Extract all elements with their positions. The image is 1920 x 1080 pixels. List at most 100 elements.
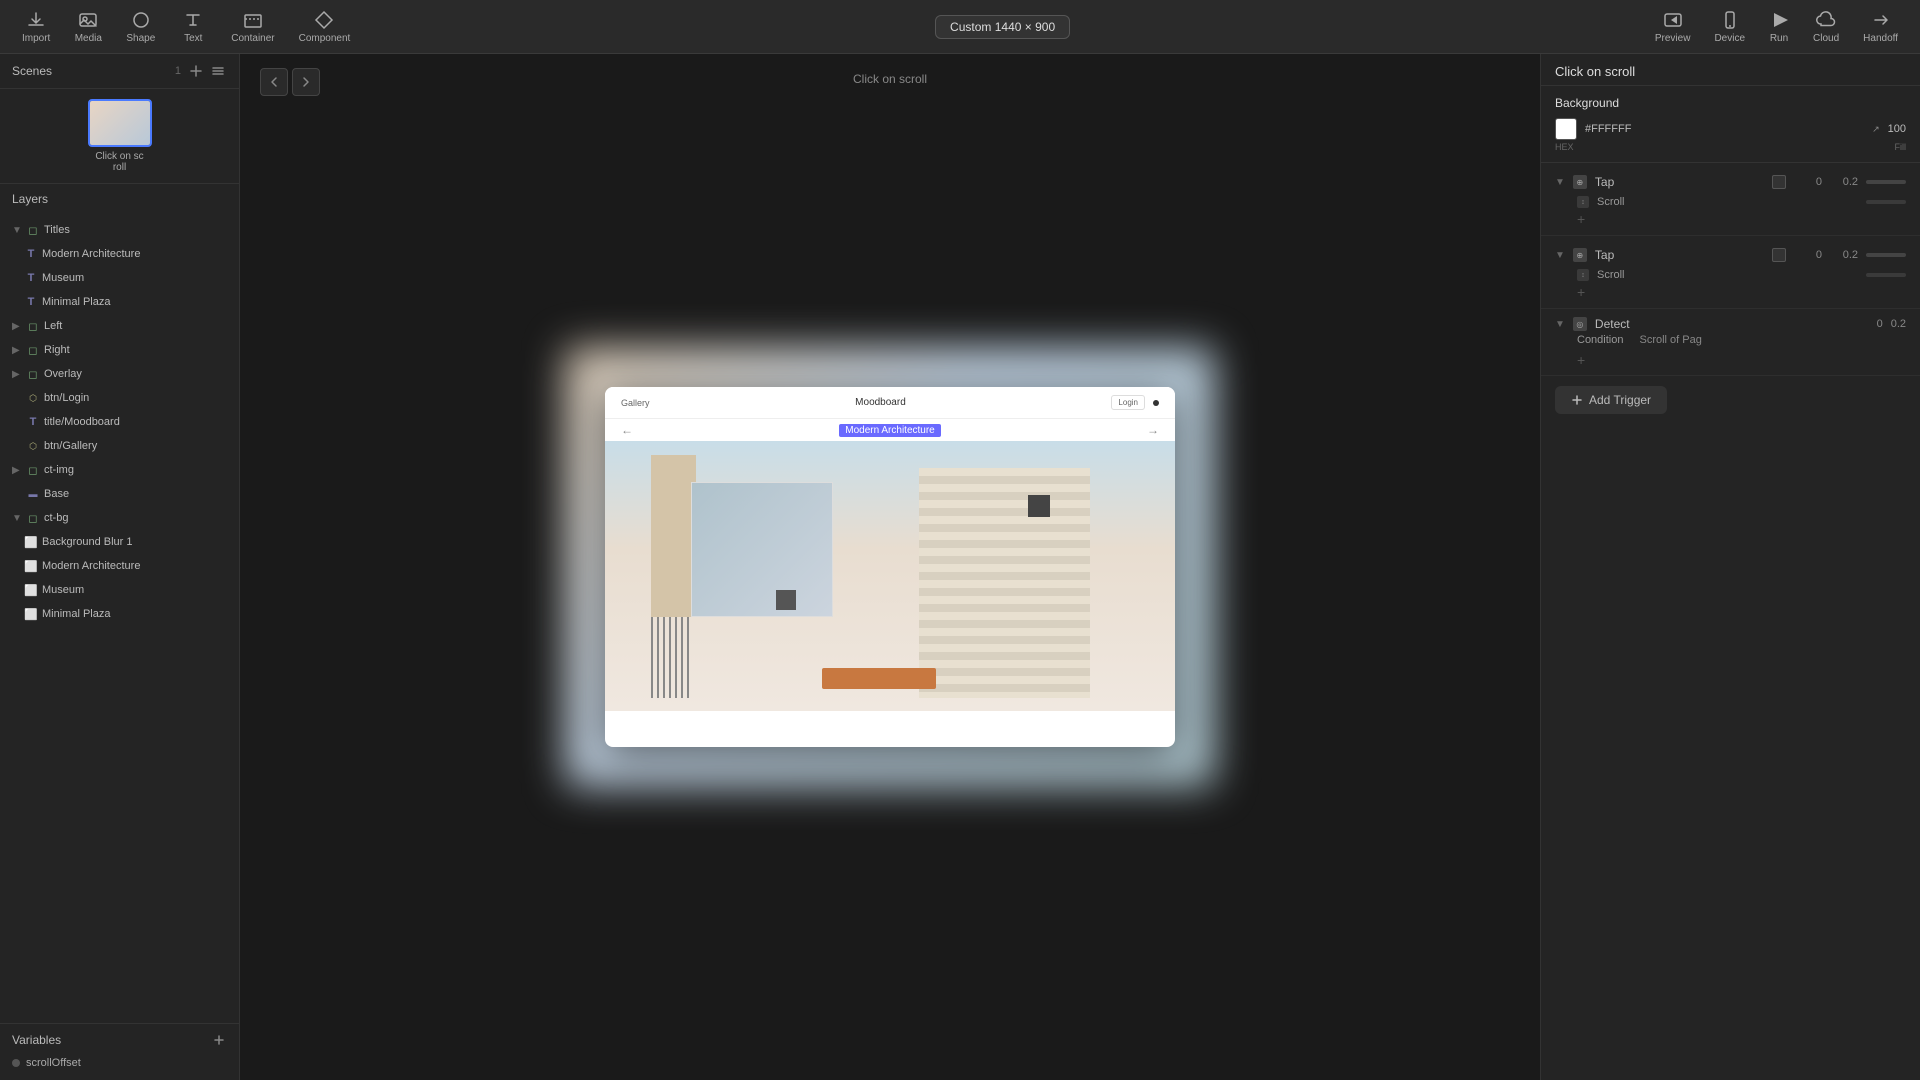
layer-ct-img[interactable]: ▶ ◻ ct-img bbox=[0, 458, 239, 482]
chevron-right-icon: ▶ bbox=[12, 321, 22, 332]
text-icon: T bbox=[26, 415, 40, 429]
layer-museum-1[interactable]: T Museum bbox=[0, 266, 239, 290]
image-icon: ⬜ bbox=[24, 583, 38, 597]
collapse-icon[interactable]: ▼ bbox=[1555, 177, 1565, 188]
variables-title: Variables bbox=[12, 1033, 211, 1047]
detect-icon: ◎ bbox=[1573, 317, 1587, 331]
trigger-slider-1[interactable] bbox=[1866, 180, 1906, 184]
run-button[interactable]: Run bbox=[1759, 6, 1799, 48]
component-button[interactable]: Component bbox=[289, 6, 361, 48]
component-icon: ⬡ bbox=[26, 439, 40, 453]
trigger-section-2: ▼ ⊕ Tap 0 0.2 ↕ Scroll + bbox=[1541, 236, 1920, 309]
media-button[interactable]: Media bbox=[64, 6, 112, 48]
detect-num1: 0 bbox=[1877, 318, 1883, 330]
detect-condition-value: Scroll of Pag bbox=[1639, 334, 1701, 346]
import-button[interactable]: Import bbox=[12, 6, 60, 48]
collapse-icon[interactable]: ▼ bbox=[1555, 250, 1565, 261]
scene-settings-button[interactable] bbox=[209, 62, 227, 80]
toolbar-center: Custom 1440 × 900 bbox=[364, 15, 1641, 39]
scene-thumbnail[interactable] bbox=[88, 99, 152, 147]
layer-bg-blur[interactable]: ⬜ Background Blur 1 bbox=[0, 530, 239, 554]
background-panel: Background #FFFFFF ↗ 100 HEX Fill bbox=[1541, 86, 1920, 163]
trigger-section-1: ▼ ⊕ Tap 0 0.2 ↕ Scroll + bbox=[1541, 163, 1920, 236]
add-trigger-button[interactable]: Add Trigger bbox=[1555, 386, 1667, 414]
detect-plus-row: + bbox=[1555, 349, 1906, 371]
toolbar: Import Media Shape Text Container Compon… bbox=[0, 0, 1920, 54]
layer-bg-blur-label: Background Blur 1 bbox=[42, 536, 133, 548]
trigger-checkbox-1[interactable] bbox=[1772, 175, 1786, 189]
layer-modern-architecture-label-2: Modern Architecture bbox=[42, 560, 140, 572]
canvas-frame[interactable]: Gallery Moodboard Login ← Modern Archite… bbox=[605, 387, 1175, 747]
layer-left-group[interactable]: ▶ ◻ Left bbox=[0, 314, 239, 338]
arch-bench-element bbox=[822, 668, 936, 690]
layer-btn-login[interactable]: ▶ ⬡ btn/Login bbox=[0, 386, 239, 410]
preview-button[interactable]: Preview bbox=[1645, 6, 1701, 48]
add-action-icon-1[interactable]: + bbox=[1577, 211, 1585, 227]
right-panel: Click on scroll Background #FFFFFF ↗ 100… bbox=[1540, 54, 1920, 1080]
mock-login-btn: Login bbox=[1111, 395, 1145, 410]
trigger-slider-2[interactable] bbox=[1866, 253, 1906, 257]
text-button[interactable]: Text bbox=[169, 6, 217, 48]
left-panel: Scenes 1 Click on s bbox=[0, 54, 240, 1080]
chevron-down-icon: ▼ bbox=[12, 225, 22, 236]
shape-button[interactable]: Shape bbox=[116, 6, 165, 48]
toolbar-right: Preview Device Run Cloud Handoff bbox=[1645, 6, 1908, 48]
container-button[interactable]: Container bbox=[221, 6, 284, 48]
component-icon: ⬡ bbox=[26, 391, 40, 405]
layer-ct-bg-group[interactable]: ▼ ◻ ct-bg bbox=[0, 506, 239, 530]
resolution-badge[interactable]: Custom 1440 × 900 bbox=[935, 15, 1070, 39]
bg-color-row: #FFFFFF ↗ 100 bbox=[1555, 118, 1906, 140]
layer-base[interactable]: ▶ ▬ Base bbox=[0, 482, 239, 506]
layer-museum-2[interactable]: ⬜ Museum bbox=[0, 578, 239, 602]
add-variable-button[interactable] bbox=[211, 1032, 227, 1048]
detect-nums: 0 0.2 bbox=[1877, 318, 1906, 330]
detect-condition-label: Condition bbox=[1577, 334, 1623, 346]
add-trigger-section: Add Trigger bbox=[1541, 376, 1920, 424]
cloud-button[interactable]: Cloud bbox=[1803, 6, 1849, 48]
arch-stair-element bbox=[919, 468, 1090, 698]
variables-header: Variables bbox=[12, 1032, 227, 1048]
mock-nav-gallery: Gallery bbox=[621, 398, 650, 408]
text-icon: T bbox=[24, 295, 38, 309]
layer-title-moodboard[interactable]: ▶ T title/Moodboard bbox=[0, 410, 239, 434]
layers-content: ▼ ◻ Titles T Modern Architecture T Museu… bbox=[0, 214, 239, 1023]
chevron-right-icon: ▶ bbox=[12, 465, 22, 476]
scroll-action-icon: ↕ bbox=[1577, 196, 1589, 208]
layer-ct-bg-label: ct-bg bbox=[44, 512, 68, 524]
scenes-count: 1 bbox=[175, 65, 181, 77]
bg-fill-label: Fill bbox=[1895, 142, 1907, 152]
group-icon: ◻ bbox=[26, 463, 40, 477]
scroll-action-label-1: Scroll bbox=[1597, 196, 1858, 208]
nav-back-button[interactable] bbox=[260, 68, 288, 96]
action-indicator-1 bbox=[1866, 200, 1906, 204]
layer-btn-gallery[interactable]: ▶ ⬡ btn/Gallery bbox=[0, 434, 239, 458]
layer-modern-architecture-1[interactable]: T Modern Architecture bbox=[0, 242, 239, 266]
handoff-button[interactable]: Handoff bbox=[1853, 6, 1908, 48]
variable-dot-icon bbox=[12, 1059, 20, 1067]
nav-forward-button[interactable] bbox=[292, 68, 320, 96]
mock-nav: Gallery Moodboard Login bbox=[605, 387, 1175, 419]
scenes-content: Click on sc roll bbox=[0, 89, 239, 184]
add-action-icon-2[interactable]: + bbox=[1577, 284, 1585, 300]
arch-square2-element bbox=[776, 590, 796, 610]
scene-label: Click on sc roll bbox=[88, 151, 152, 173]
device-button[interactable]: Device bbox=[1704, 6, 1755, 48]
layer-right-group[interactable]: ▶ ◻ Right bbox=[0, 338, 239, 362]
layer-museum-label-2: Museum bbox=[42, 584, 84, 596]
layer-modern-architecture-2[interactable]: ⬜ Modern Architecture bbox=[0, 554, 239, 578]
layers-header: Layers bbox=[0, 184, 239, 214]
action-row-2: ↕ Scroll bbox=[1555, 266, 1906, 284]
add-scene-button[interactable] bbox=[187, 62, 205, 80]
rect-icon: ▬ bbox=[26, 487, 40, 501]
add-condition-icon[interactable]: + bbox=[1577, 352, 1585, 368]
trigger-row-2: ▼ ⊕ Tap 0 0.2 bbox=[1555, 244, 1906, 266]
trigger-checkbox-2[interactable] bbox=[1772, 248, 1786, 262]
layer-titles-group[interactable]: ▼ ◻ Titles bbox=[0, 218, 239, 242]
layer-minimal-plaza-2[interactable]: ⬜ Minimal Plaza bbox=[0, 602, 239, 626]
collapse-detect-icon[interactable]: ▼ bbox=[1555, 319, 1565, 330]
bg-color-swatch[interactable] bbox=[1555, 118, 1577, 140]
layer-minimal-plaza-1[interactable]: T Minimal Plaza bbox=[0, 290, 239, 314]
layer-overlay-group[interactable]: ▶ ◻ Overlay bbox=[0, 362, 239, 386]
action-row-1: ↕ Scroll bbox=[1555, 193, 1906, 211]
variable-scroll-offset[interactable]: scrollOffset bbox=[12, 1054, 227, 1072]
